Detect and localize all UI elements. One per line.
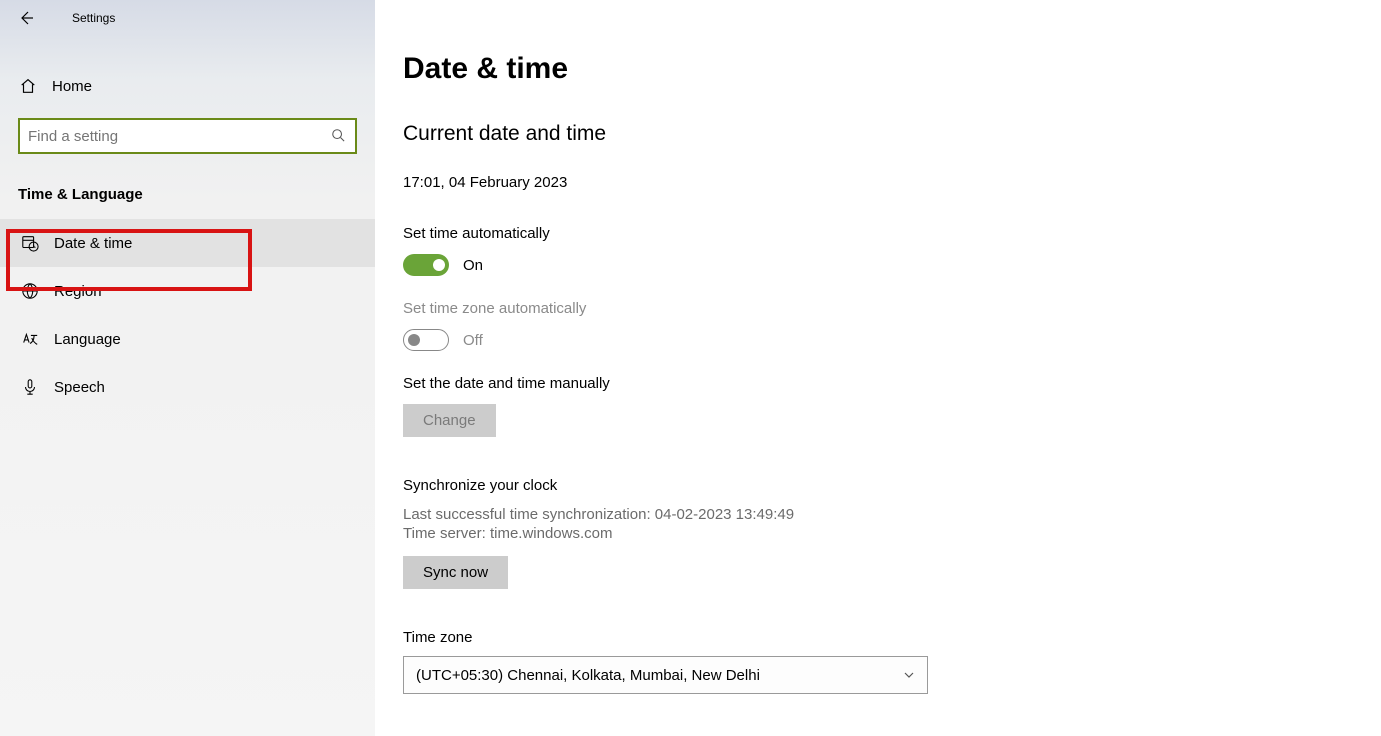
search-input[interactable] — [28, 128, 331, 145]
set-time-auto-state: On — [463, 257, 483, 274]
set-time-auto-toggle-row: On — [403, 254, 1381, 276]
set-tz-auto-label: Set time zone automatically — [403, 300, 1381, 317]
sidebar-item-date-time[interactable]: Date & time — [0, 219, 375, 267]
home-icon — [18, 76, 38, 96]
set-time-auto-label: Set time automatically — [403, 225, 1381, 242]
sidebar-item-label: Region — [54, 283, 102, 300]
sidebar-item-label: Date & time — [54, 235, 132, 252]
timezone-block: Time zone (UTC+05:30) Chennai, Kolkata, … — [403, 629, 1381, 694]
change-button: Change — [403, 404, 496, 437]
current-datetime: 17:01, 04 February 2023 — [403, 174, 1381, 191]
sidebar-home-label: Home — [52, 78, 92, 95]
set-time-auto-toggle[interactable] — [403, 254, 449, 276]
page-title: Date & time — [403, 52, 1381, 86]
set-tz-auto-state: Off — [463, 332, 483, 349]
search-icon — [331, 128, 347, 144]
sidebar-category: Time & Language — [0, 154, 375, 219]
microphone-icon — [20, 377, 40, 397]
sidebar-item-label: Language — [54, 331, 121, 348]
globe-icon — [20, 281, 40, 301]
timezone-select[interactable]: (UTC+05:30) Chennai, Kolkata, Mumbai, Ne… — [403, 656, 928, 694]
calendar-clock-icon — [20, 233, 40, 253]
set-tz-auto-toggle-row: Off — [403, 329, 1381, 351]
sidebar: Settings Home Time & Language — [0, 0, 375, 736]
sidebar-item-label: Speech — [54, 379, 105, 396]
back-arrow-icon[interactable] — [18, 10, 34, 26]
sync-title: Synchronize your clock — [403, 477, 1381, 494]
titlebar: Settings — [0, 0, 375, 36]
set-tz-auto-toggle — [403, 329, 449, 351]
chevron-down-icon — [903, 669, 915, 681]
set-manual-label: Set the date and time manually — [403, 375, 1381, 392]
sidebar-item-speech[interactable]: Speech — [0, 363, 375, 411]
sidebar-home[interactable]: Home — [0, 66, 375, 106]
main-content: Date & time Current date and time 17:01,… — [375, 0, 1381, 736]
window-title: Settings — [72, 11, 115, 25]
sync-server: Time server: time.windows.com — [403, 525, 1381, 542]
search-box[interactable] — [18, 118, 357, 154]
timezone-label: Time zone — [403, 629, 1381, 646]
section-current-title: Current date and time — [403, 122, 1381, 146]
language-icon — [20, 329, 40, 349]
sync-block: Synchronize your clock Last successful t… — [403, 477, 1381, 589]
sidebar-item-language[interactable]: Language — [0, 315, 375, 363]
sync-now-button[interactable]: Sync now — [403, 556, 508, 589]
search-wrap — [18, 118, 357, 154]
sidebar-item-region[interactable]: Region — [0, 267, 375, 315]
timezone-value: (UTC+05:30) Chennai, Kolkata, Mumbai, Ne… — [416, 667, 760, 684]
sync-last: Last successful time synchronization: 04… — [403, 506, 1381, 523]
